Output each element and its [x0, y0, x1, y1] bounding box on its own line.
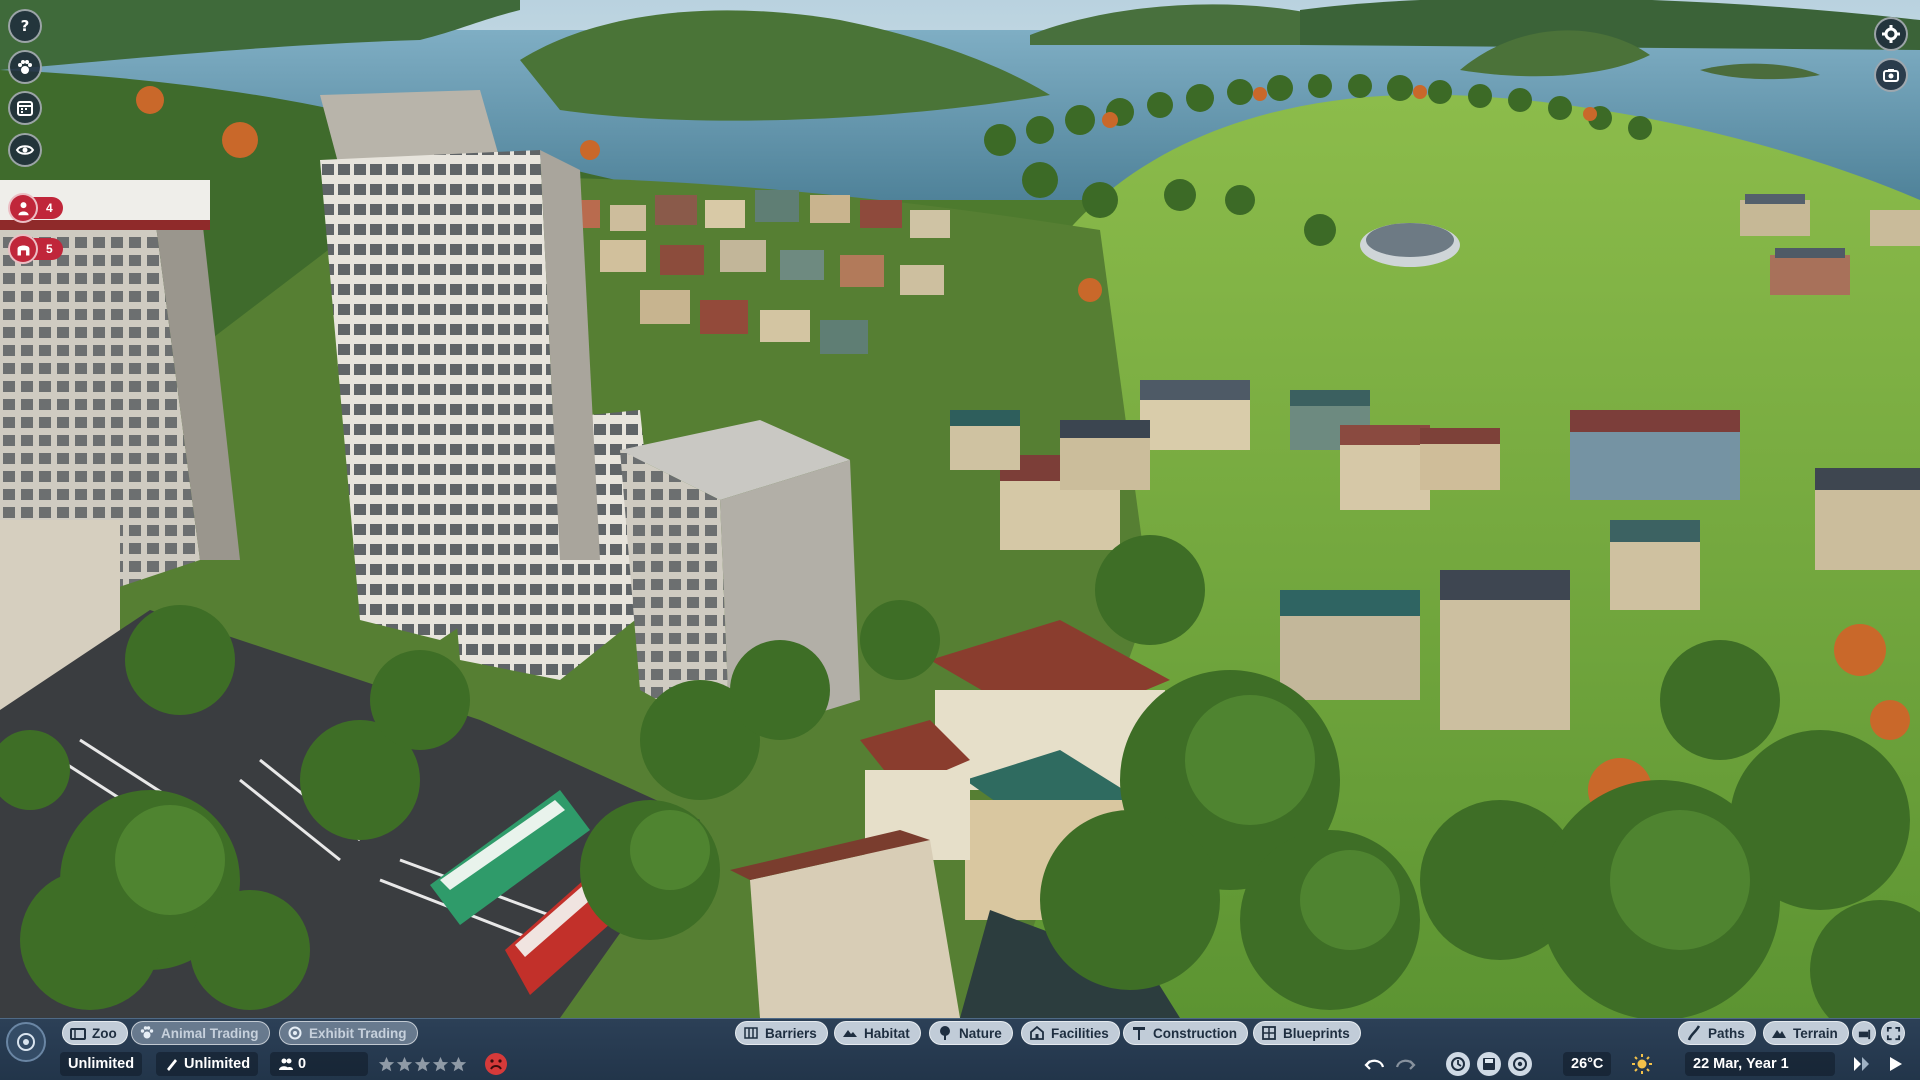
facilities-tab[interactable]: Facilities [1021, 1021, 1120, 1045]
barriers-tab[interactable]: Barriers [735, 1021, 828, 1045]
calendar-icon [17, 101, 33, 116]
svg-text:?: ? [21, 17, 30, 35]
weather-indicator [1631, 1052, 1653, 1076]
barrier-icon [742, 1024, 760, 1042]
zoo-icon [69, 1024, 87, 1042]
rating-star-icon [432, 1056, 449, 1071]
habitat-tab[interactable]: Habitat [834, 1021, 921, 1045]
guest-mood[interactable] [484, 1052, 508, 1076]
undo-icon [1364, 1059, 1385, 1070]
guests-icon [278, 1056, 294, 1072]
redo-button[interactable] [1394, 1052, 1416, 1076]
money-value: Unlimited [68, 1056, 135, 1072]
expand-icon [1886, 1026, 1900, 1040]
guest-alert-icon [8, 193, 38, 223]
rating-star-icon [450, 1056, 467, 1071]
paw-icon [138, 1024, 156, 1042]
date-value: 22 Mar, Year 1 [1693, 1056, 1789, 1072]
guest-alert[interactable]: 4 [8, 193, 63, 223]
settings-button[interactable] [1874, 17, 1908, 51]
sad-face-icon [485, 1053, 507, 1075]
play-speed-button[interactable] [1852, 1052, 1874, 1076]
research-icon [164, 1056, 180, 1072]
temperature-stat: 26°C [1563, 1052, 1612, 1076]
habitat-alert-icon [8, 234, 38, 264]
save-button[interactable] [1477, 1052, 1501, 1076]
rating-star-icon [378, 1056, 395, 1071]
construction-icon [1130, 1024, 1148, 1042]
rating-star-icon [414, 1056, 431, 1071]
guests-value: 0 [298, 1056, 307, 1072]
zoo-tab[interactable]: Zoo [62, 1021, 128, 1045]
gear-icon [1882, 25, 1900, 43]
research-stat[interactable]: Unlimited [156, 1052, 259, 1076]
question-mark-icon: ? [21, 17, 30, 35]
blueprints-icon [1260, 1024, 1278, 1042]
play-speed-icon [1854, 1057, 1869, 1071]
time-control-button[interactable] [1446, 1052, 1470, 1076]
guests-stat[interactable]: 0 [270, 1052, 368, 1076]
fast-forward-button[interactable] [1886, 1052, 1906, 1076]
eye-icon [15, 145, 35, 155]
animals-button[interactable] [8, 50, 42, 84]
camera-mode-button[interactable] [1874, 58, 1908, 92]
habitat-alert[interactable]: 5 [8, 234, 63, 264]
nature-tab[interactable]: Nature [929, 1021, 1013, 1045]
disk-icon [1483, 1058, 1495, 1070]
zoo-logo-icon [17, 1033, 35, 1051]
terrain-tab[interactable]: Terrain [1763, 1021, 1849, 1045]
money-stat[interactable]: Unlimited [60, 1052, 143, 1076]
sun-icon [1632, 1054, 1652, 1074]
game-viewport[interactable] [0, 0, 1920, 1080]
schedule-button[interactable] [8, 91, 42, 125]
date-display: 22 Mar, Year 1 [1685, 1052, 1835, 1076]
fullscreen-button[interactable] [1881, 1021, 1905, 1045]
habitat-icon [841, 1024, 859, 1042]
bulldoze-icon [1858, 1029, 1870, 1039]
camera-icon [1883, 69, 1899, 82]
overlay-icon [1513, 1057, 1527, 1071]
animal-trading-tab[interactable]: Animal Trading [131, 1021, 270, 1045]
help-button[interactable]: ? [8, 9, 42, 43]
redo-icon [1395, 1059, 1416, 1070]
paw-icon [18, 60, 32, 74]
main-menu-button[interactable] [6, 1022, 46, 1062]
zoo-rating[interactable] [378, 1052, 467, 1076]
blueprints-tab[interactable]: Blueprints [1253, 1021, 1361, 1045]
rating-star-icon [396, 1056, 413, 1071]
build-mode-button[interactable] [1852, 1021, 1876, 1045]
clock-icon [1451, 1057, 1465, 1071]
paths-tab[interactable]: Paths [1678, 1021, 1756, 1045]
path-icon [1685, 1024, 1703, 1042]
rating-stars [378, 1056, 467, 1073]
view-button[interactable] [8, 133, 42, 167]
overlays-button[interactable] [1508, 1052, 1532, 1076]
temperature-value: 26°C [1571, 1056, 1604, 1072]
undo-button[interactable] [1364, 1052, 1386, 1076]
exhibit-trading-tab[interactable]: Exhibit Trading [279, 1021, 418, 1045]
research-value: Unlimited [184, 1056, 251, 1072]
play-icon [1890, 1057, 1902, 1071]
nature-icon [936, 1024, 954, 1042]
construction-tab[interactable]: Construction [1123, 1021, 1248, 1045]
terrain-icon [1770, 1024, 1788, 1042]
exhibit-icon [286, 1024, 304, 1042]
city-scene-illustration [0, 0, 1920, 1040]
facilities-icon [1028, 1024, 1046, 1042]
